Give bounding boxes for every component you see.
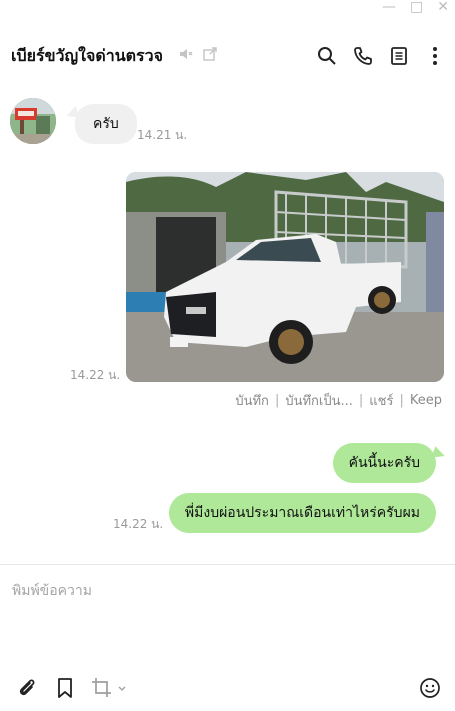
truck-photo [126, 172, 444, 382]
photo-actions: บันทึก | บันทึกเป็น... | แชร์ | Keep [235, 390, 442, 411]
chat-title: เบียร์ขวัญใจด่านตรวจ [11, 46, 163, 65]
more-icon[interactable] [423, 44, 447, 68]
avatar[interactable] [10, 98, 56, 144]
minimize-icon[interactable]: — [382, 0, 396, 14]
divider [0, 564, 455, 565]
keep-link[interactable]: Keep [410, 393, 442, 408]
window-controls: — □ ✕ [382, 0, 449, 14]
message-input[interactable] [12, 580, 442, 602]
attach-icon[interactable] [15, 676, 39, 700]
chat-header: เบียร์ขวัญใจด่านตรวจ [0, 38, 455, 72]
photo-message[interactable] [126, 172, 444, 382]
emoji-icon[interactable] [418, 676, 442, 700]
maximize-icon[interactable]: □ [410, 0, 423, 14]
search-icon[interactable] [315, 44, 339, 68]
outgoing-message[interactable]: คันนี้นะครับ [332, 443, 436, 483]
share-link[interactable]: แชร์ [369, 390, 393, 411]
title-icons [178, 46, 218, 66]
separator: | [358, 393, 364, 408]
bookmark-icon[interactable] [53, 676, 77, 700]
save-link[interactable]: บันทึก [235, 390, 269, 411]
phone-icon[interactable] [351, 44, 375, 68]
outgoing-time: 14.22 น. [113, 517, 164, 531]
header-actions [315, 44, 447, 68]
incoming-message[interactable]: ครับ [75, 104, 137, 144]
close-icon[interactable]: ✕ [437, 0, 449, 14]
external-link-icon[interactable] [202, 46, 218, 66]
outgoing-message[interactable]: พี่มีงบผ่อนประมาณเดือนเท่าไหร่ครับผม [168, 493, 436, 533]
message-time: 14.21 น. [137, 128, 188, 142]
separator: | [274, 393, 280, 408]
crop-icon[interactable] [91, 676, 129, 700]
save-as-link[interactable]: บันทึกเป็น... [285, 390, 353, 411]
mute-icon[interactable] [178, 46, 194, 66]
separator: | [399, 393, 404, 408]
composer-toolbar [0, 674, 455, 702]
photo-time: 14.22 น. [70, 368, 121, 382]
notes-icon[interactable] [387, 44, 411, 68]
